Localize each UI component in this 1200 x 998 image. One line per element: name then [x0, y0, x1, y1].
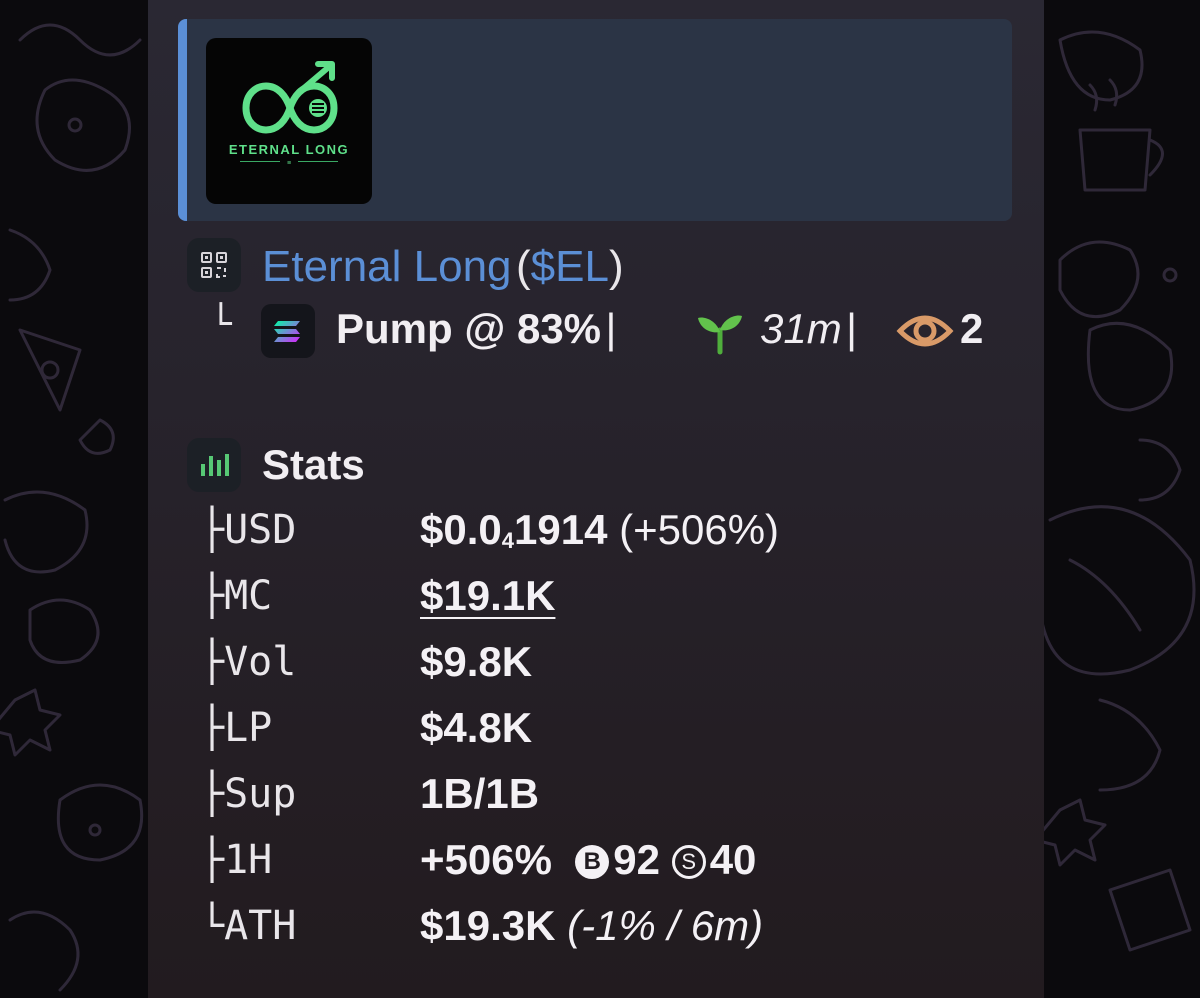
- tree-corner: └: [210, 304, 232, 345]
- link-preview[interactable]: ETERNAL LONG ≡: [178, 19, 1012, 221]
- stat-value-lp: $4.8K: [420, 704, 533, 751]
- token-ticker: ($EL): [515, 242, 624, 291]
- preview-accent-bar: [178, 19, 187, 221]
- qr-code-icon: [187, 238, 241, 292]
- token-name-link[interactable]: Eternal Long: [262, 242, 512, 291]
- launch-status: Pump @ 83% |: [336, 304, 616, 354]
- stat-label-1h: ├1H: [200, 837, 273, 883]
- stat-value-vol: $9.8K: [420, 638, 533, 685]
- stat-value-mc: $19.1K: [420, 571, 555, 621]
- logo-rule-right: [298, 161, 338, 162]
- logo-caption: ETERNAL LONG: [228, 142, 350, 157]
- stat-label-sup: ├Sup: [200, 771, 297, 817]
- separator: |: [846, 305, 858, 352]
- stat-value-sup: 1B/1B: [420, 770, 540, 817]
- infinity-arrow-logo-icon: [242, 61, 338, 134]
- stat-value-ath: $19.3K (-1% / 6m): [420, 902, 764, 949]
- buys-count: 92: [613, 836, 661, 883]
- pump-progress: Pump @ 83%: [336, 305, 602, 352]
- stats-heading: Stats: [262, 441, 365, 488]
- token-age: 31m: [760, 305, 842, 352]
- market-cap-link[interactable]: $19.1K: [420, 572, 555, 619]
- eye-icon: [896, 310, 954, 352]
- logo-rule-left: [240, 161, 280, 162]
- buys-badge-icon: B: [575, 845, 610, 879]
- sells-count: 40: [709, 836, 757, 883]
- solana-icon: [261, 304, 315, 358]
- stat-label-mc: ├MC: [200, 573, 273, 619]
- token-title: Eternal Long ($EL): [262, 240, 624, 294]
- stat-label-lp: ├LP: [200, 705, 273, 751]
- logo-mini-mark: ≡: [286, 160, 292, 167]
- stat-label-ath: └ATH: [200, 903, 297, 949]
- sprout-icon: [695, 306, 745, 356]
- sells-badge-icon: S: [671, 845, 706, 879]
- stat-label-vol: ├Vol: [200, 639, 297, 685]
- token-logo[interactable]: ETERNAL LONG ≡: [206, 38, 372, 204]
- bar-chart-icon: [187, 438, 241, 492]
- watchers-count: 2: [960, 305, 984, 352]
- stat-value-usd: $0.041914 (+506%): [420, 506, 780, 553]
- age-readout: 31m |: [760, 304, 857, 354]
- stat-label-usd: ├USD: [200, 507, 297, 553]
- separator: |: [605, 305, 617, 352]
- stat-value-1h: +506% B 92 S 40: [420, 836, 757, 883]
